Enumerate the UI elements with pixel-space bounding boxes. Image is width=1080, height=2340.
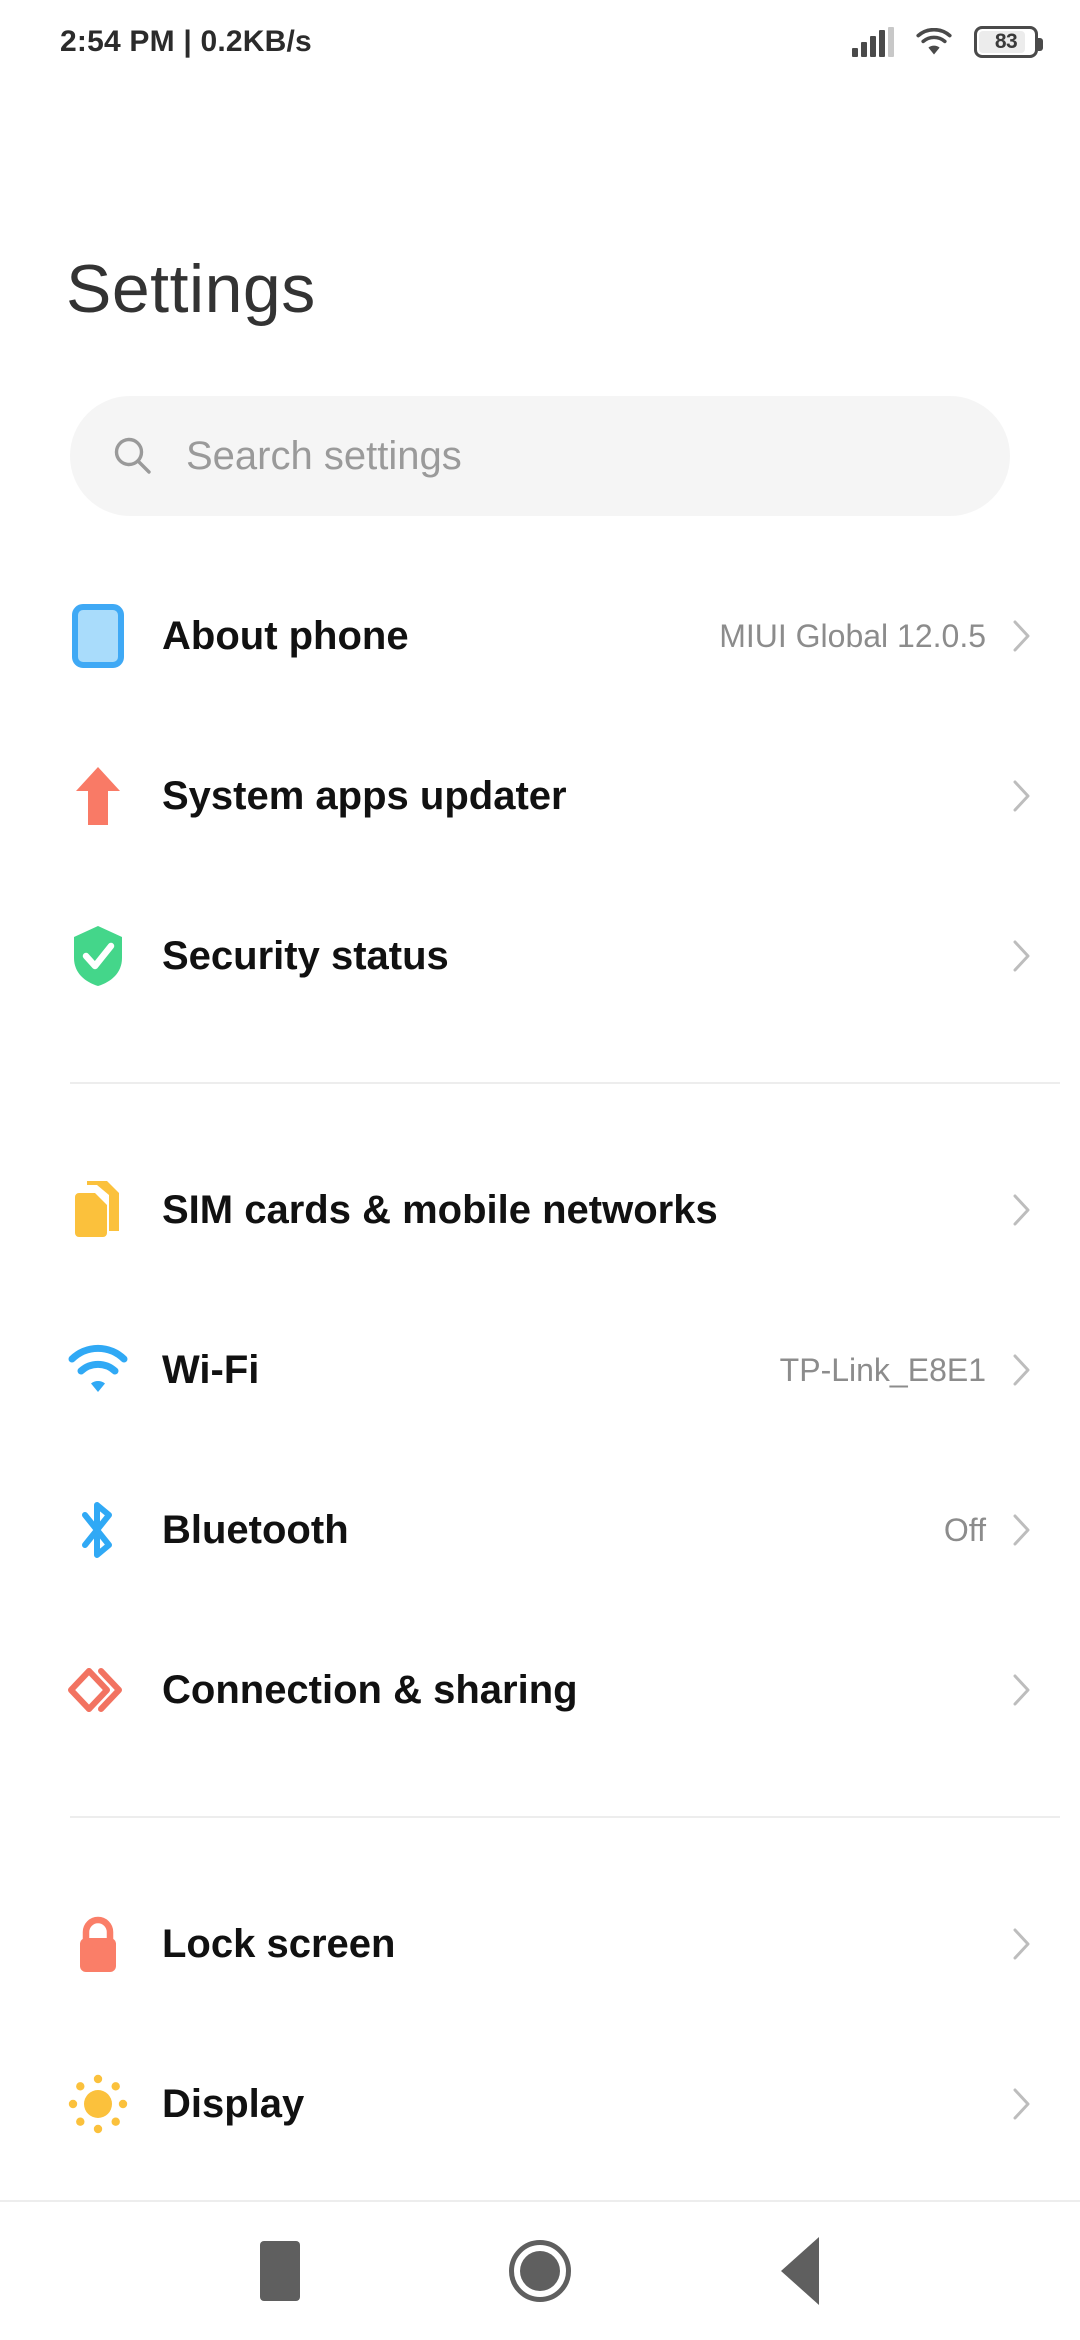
search-input[interactable]: Search settings — [70, 396, 1010, 516]
settings-row-label: Display — [162, 2081, 305, 2126]
settings-row-label: Bluetooth — [162, 1507, 349, 1552]
wifi-icon — [56, 1344, 140, 1396]
search-icon — [114, 437, 151, 474]
settings-row-security-status[interactable]: Security status — [0, 876, 1080, 1036]
triangle-back-icon — [781, 2237, 819, 2305]
search-placeholder: Search settings — [186, 433, 462, 478]
row-trailing: TP-Link_E8E1 — [780, 1352, 1032, 1389]
row-trailing: Off — [944, 1512, 1032, 1549]
settings-screen: 2:54 PM | 0.2KB/s 83 Settings Search set… — [0, 0, 1080, 2340]
row-trailing: MIUI Global 12.0.5 — [719, 618, 1032, 655]
settings-row-system-apps-updater[interactable]: System apps updater — [0, 716, 1080, 876]
settings-row-label: Security status — [162, 933, 449, 978]
status-icons: 83 — [852, 26, 1043, 58]
shield-check-icon — [56, 924, 140, 988]
settings-row-about-phone[interactable]: About phone MIUI Global 12.0.5 — [0, 556, 1080, 716]
settings-row-label: Wi-Fi — [162, 1347, 260, 1392]
sim-card-icon — [56, 1179, 140, 1241]
home-button[interactable] — [480, 2211, 600, 2331]
lock-icon — [56, 1912, 140, 1976]
chevron-right-icon — [1013, 780, 1030, 812]
circle-icon — [509, 2240, 571, 2302]
settings-row-label: SIM cards & mobile networks — [162, 1187, 718, 1232]
row-trailing — [986, 2087, 1032, 2121]
settings-row-value: TP-Link_E8E1 — [779, 1351, 986, 1388]
cellular-signal-icon — [852, 27, 894, 57]
settings-row-connection-sharing[interactable]: Connection & sharing — [0, 1610, 1080, 1770]
settings-list: About phone MIUI Global 12.0.5 System ap… — [0, 556, 1080, 2184]
phone-outline-icon — [56, 604, 140, 668]
settings-row-wifi[interactable]: Wi-Fi TP-Link_E8E1 — [0, 1290, 1080, 1450]
row-trailing — [986, 939, 1032, 973]
settings-row-lock-screen[interactable]: Lock screen — [0, 1864, 1080, 2024]
row-trailing — [986, 1193, 1032, 1227]
status-time-network: 2:54 PM | 0.2KB/s — [60, 25, 312, 58]
chevron-right-icon — [1013, 1674, 1030, 1706]
page-title: Settings — [66, 251, 316, 327]
chevron-right-icon — [1013, 1514, 1030, 1546]
settings-row-label: Connection & sharing — [162, 1667, 578, 1712]
row-trailing — [986, 1673, 1032, 1707]
bluetooth-icon — [56, 1497, 140, 1563]
settings-row-sim-cards[interactable]: SIM cards & mobile networks — [0, 1130, 1080, 1290]
row-trailing — [986, 779, 1032, 813]
row-trailing — [986, 1927, 1032, 1961]
square-icon — [260, 2241, 300, 2301]
chevron-right-icon — [1013, 1194, 1030, 1226]
battery-icon: 83 — [974, 26, 1043, 58]
status-bar: 2:54 PM | 0.2KB/s 83 — [0, 0, 1080, 84]
settings-group-personalization: Lock screen Display — [0, 1864, 1080, 2184]
settings-row-label: Lock screen — [162, 1921, 396, 1966]
chevron-right-icon — [1013, 1354, 1030, 1386]
chevron-right-icon — [1013, 1928, 1030, 1960]
settings-group-device: About phone MIUI Global 12.0.5 System ap… — [0, 556, 1080, 1036]
back-button[interactable] — [740, 2211, 860, 2331]
settings-row-value: MIUI Global 12.0.5 — [719, 617, 986, 654]
settings-row-display[interactable]: Display — [0, 2024, 1080, 2184]
settings-row-label: About phone — [162, 613, 409, 658]
settings-row-bluetooth[interactable]: Bluetooth Off — [0, 1450, 1080, 1610]
chevron-right-icon — [1013, 940, 1030, 972]
settings-row-label: System apps updater — [162, 773, 567, 818]
connection-share-icon — [56, 1659, 140, 1721]
chevron-right-icon — [1013, 2088, 1030, 2120]
settings-row-value: Off — [943, 1511, 986, 1548]
up-arrow-icon — [56, 765, 140, 827]
chevron-right-icon — [1013, 620, 1030, 652]
battery-percent: 83 — [994, 30, 1018, 53]
settings-group-network: SIM cards & mobile networks Wi-Fi TP-Lin… — [0, 1130, 1080, 1770]
recents-button[interactable] — [220, 2211, 340, 2331]
system-navigation-bar — [0, 2200, 1080, 2340]
sun-icon — [56, 2072, 140, 2136]
wifi-icon — [916, 28, 952, 55]
